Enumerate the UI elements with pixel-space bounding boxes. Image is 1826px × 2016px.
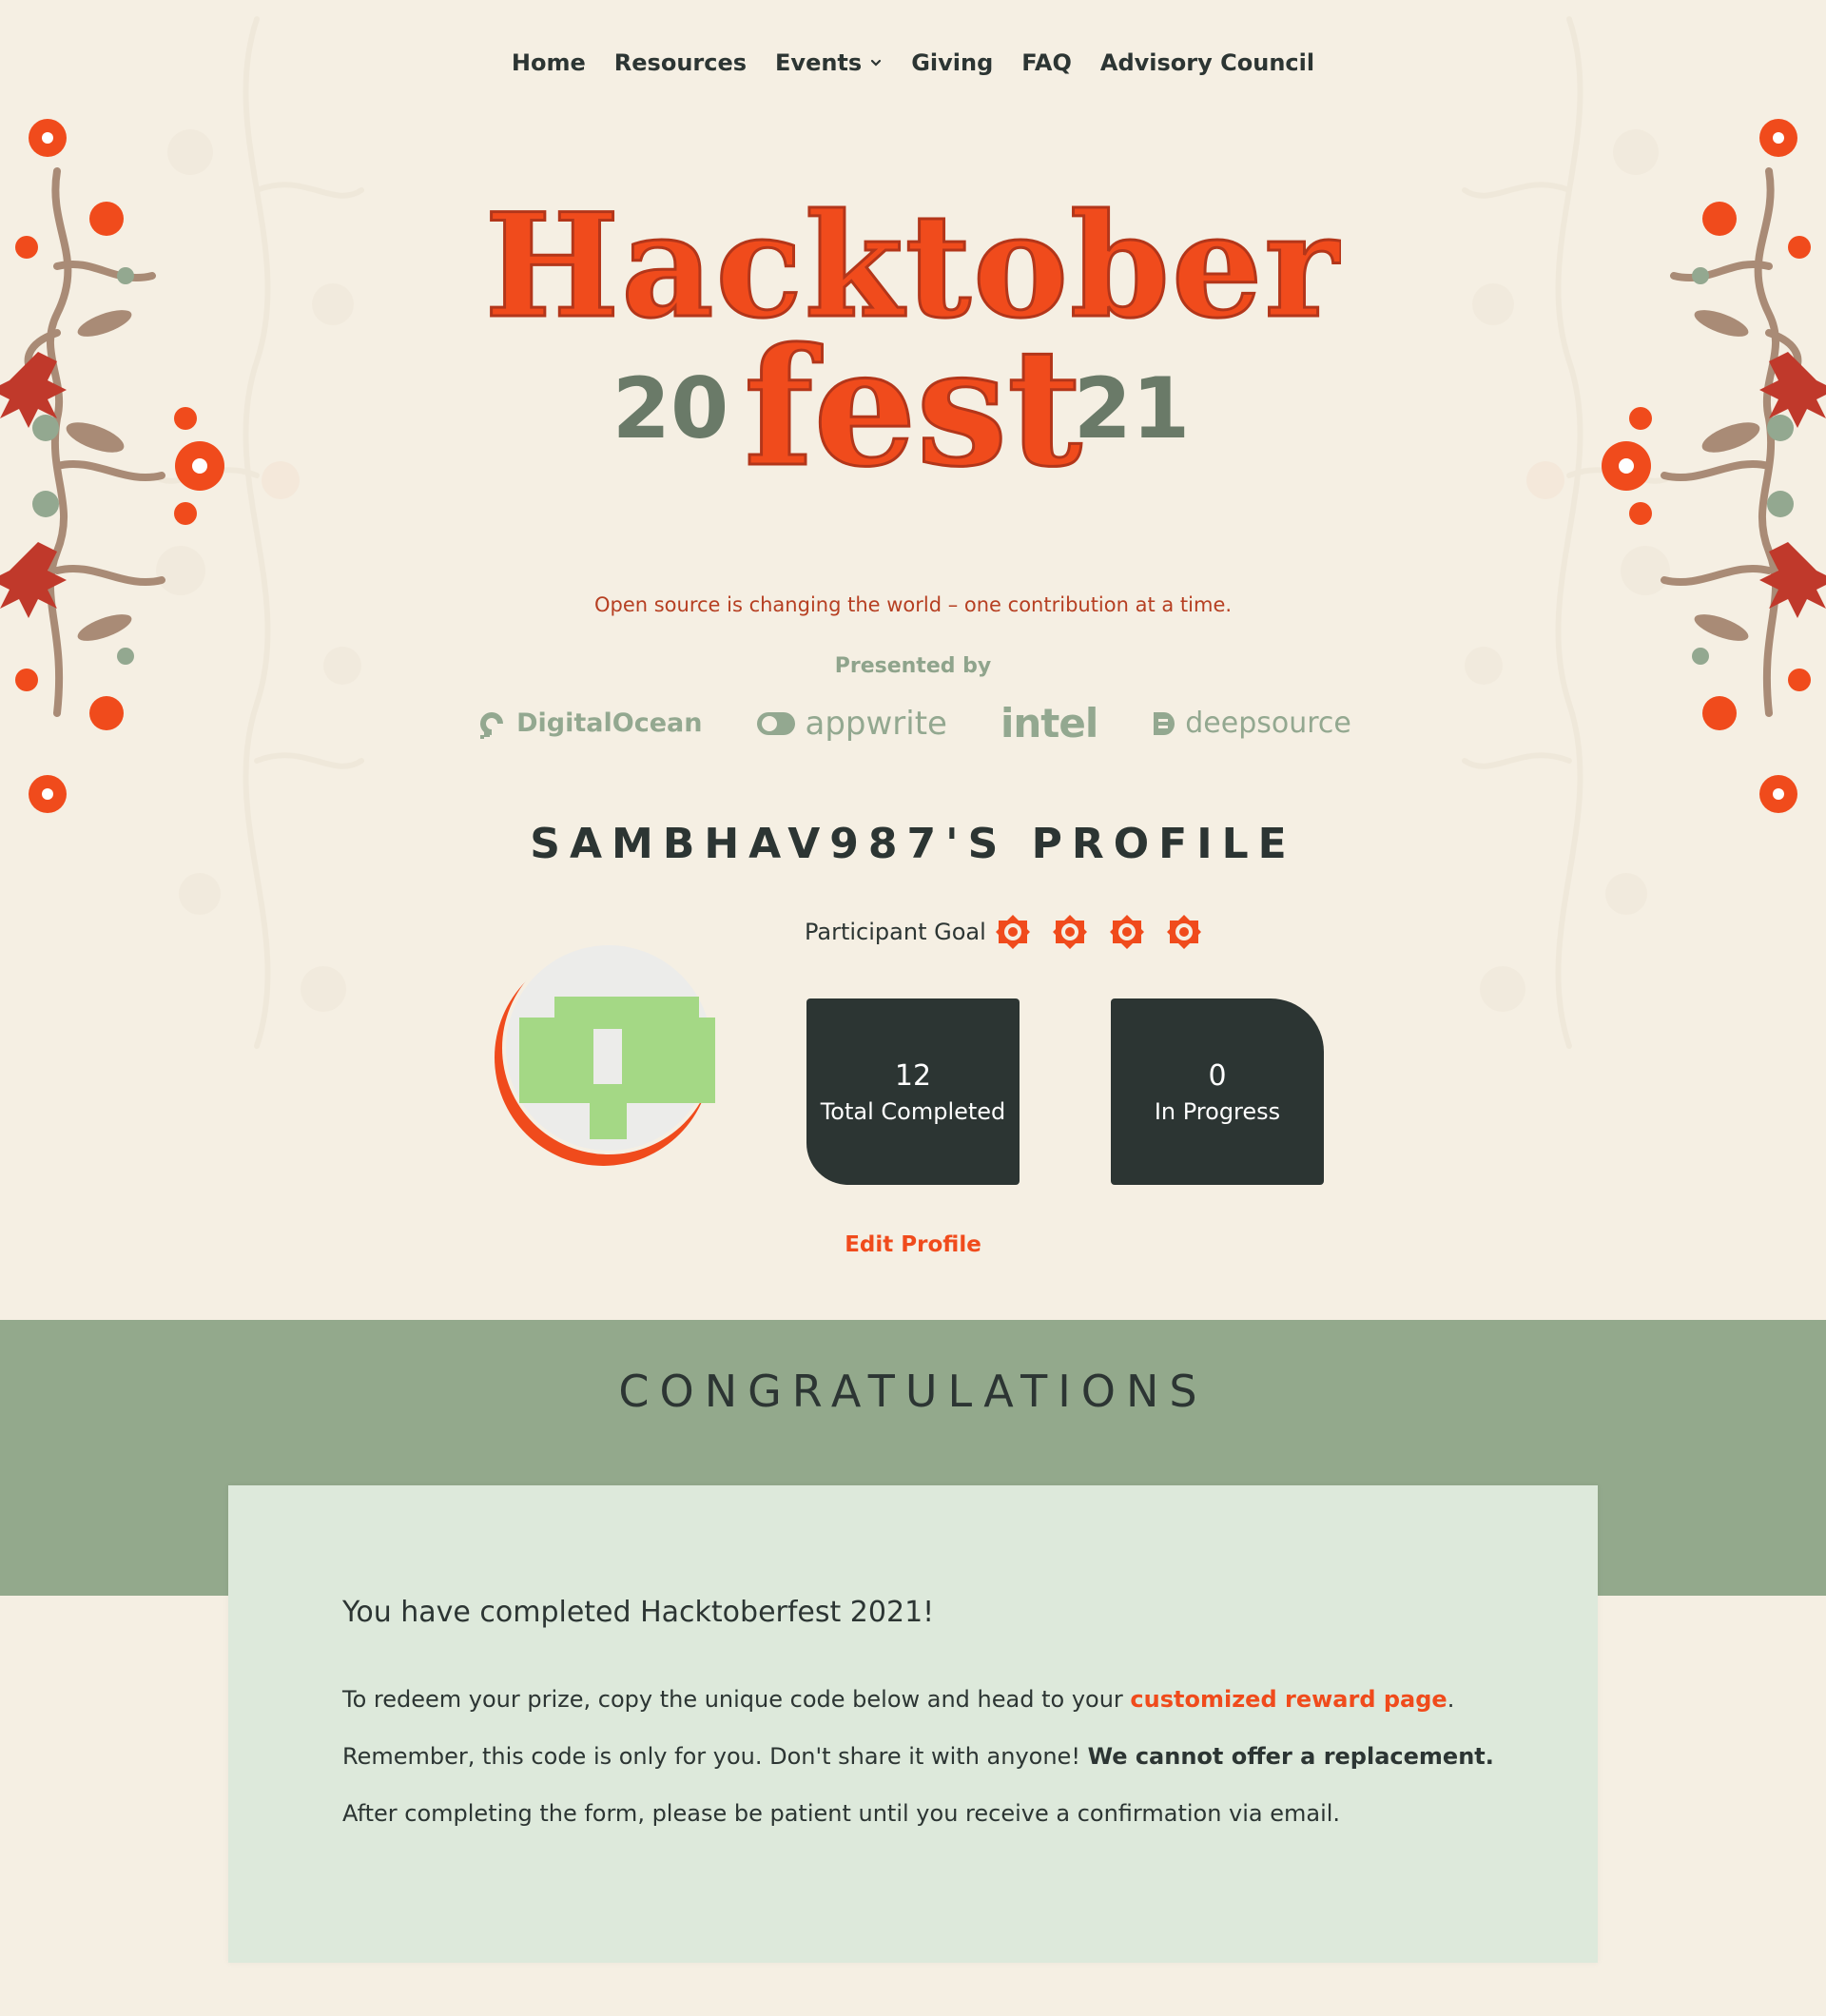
- in-progress-label: In Progress: [1154, 1097, 1281, 1125]
- avatar: [495, 941, 715, 1166]
- no-replacement-notice: We cannot offer a replacement.: [1087, 1743, 1494, 1770]
- presented-by-label: Presented by: [834, 654, 992, 678]
- hacktoberfest-2021-logo: Hacktober 20 fest 21: [485, 182, 1341, 505]
- confirmation-note: After completing the form, please be pat…: [342, 1800, 1341, 1827]
- sponsor-appwrite-label: appwrite: [805, 704, 947, 743]
- code-warning-text: Remember, this code is only for you. Don…: [342, 1743, 1088, 1770]
- deepsource-logo-icon: [1154, 711, 1175, 735]
- logo-fest: fest: [744, 313, 1082, 503]
- nav-home[interactable]: Home: [512, 49, 586, 76]
- sponsor-appwrite[interactable]: appwrite: [755, 704, 947, 743]
- nav-resources[interactable]: Resources: [614, 49, 747, 76]
- nav-events-label: Events: [775, 49, 863, 76]
- nav-advisory-council-label: Advisory Council: [1099, 49, 1315, 76]
- completion-message: You have completed Hacktoberfest 2021!: [342, 1596, 935, 1629]
- sponsor-digitalocean-label: DigitalOcean: [516, 708, 703, 738]
- sponsor-digitalocean[interactable]: DigitalOcean: [475, 707, 702, 741]
- digitalocean-logo-icon: [480, 711, 504, 739]
- flower-badge-icon: [1109, 915, 1144, 949]
- in-progress-card: 0 In Progress: [1111, 998, 1324, 1185]
- participant-goal: Participant Goal: [805, 913, 1203, 951]
- redeem-text: To redeem your prize, copy the unique co…: [342, 1686, 1131, 1713]
- nav-advisory-council[interactable]: Advisory Council: [1100, 49, 1314, 76]
- sponsor-intel-label: intel: [1000, 700, 1098, 746]
- flower-badge-icon: [1166, 915, 1201, 949]
- nav-giving-label: Giving: [911, 49, 994, 76]
- sponsor-deepsource-label: deepsource: [1185, 707, 1351, 740]
- nav-home-label: Home: [511, 49, 586, 76]
- chevron-down-icon: [871, 59, 882, 67]
- flower-badge-icon: [995, 915, 1030, 949]
- nav-events[interactable]: Events: [775, 49, 883, 76]
- redeem-instructions: To redeem your prize, copy the unique co…: [342, 1684, 1503, 1715]
- in-progress-value: 0: [1208, 1058, 1227, 1093]
- goal-badges: [994, 913, 1203, 951]
- participant-goal-label: Participant Goal: [805, 919, 986, 945]
- flower-badge-icon: [1052, 915, 1087, 949]
- nav-faq-label: FAQ: [1021, 49, 1072, 76]
- appwrite-logo-icon: [757, 711, 796, 735]
- total-completed-label: Total Completed: [820, 1097, 1006, 1125]
- sponsor-intel[interactable]: intel: [1000, 700, 1098, 746]
- tagline: Open source is changing the world – one …: [593, 593, 1233, 616]
- total-completed-card: 12 Total Completed: [806, 998, 1020, 1185]
- sponsor-deepsource[interactable]: deepsource: [1151, 707, 1351, 740]
- profile-title: SAMBHAV987'S PROFILE: [530, 820, 1296, 868]
- total-completed-value: 12: [894, 1058, 932, 1093]
- congratulations-heading: CONGRATULATIONS: [618, 1366, 1208, 1417]
- nav-giving[interactable]: Giving: [911, 49, 993, 76]
- completion-card: You have completed Hacktoberfest 2021! T…: [228, 1485, 1598, 1963]
- redeem-text-end: .: [1447, 1686, 1455, 1713]
- main-nav: Home Resources Events Giving FAQ Advisor…: [0, 49, 1826, 76]
- nav-resources-label: Resources: [613, 49, 748, 76]
- edit-profile-link[interactable]: Edit Profile: [0, 1232, 1826, 1257]
- logo-year-21: 21: [1074, 359, 1190, 457]
- code-warning: Remember, this code is only for you. Don…: [342, 1741, 1503, 1772]
- logo-year-20: 20: [612, 359, 728, 457]
- reward-page-link[interactable]: customized reward page: [1130, 1686, 1447, 1713]
- nav-faq[interactable]: FAQ: [1021, 49, 1072, 76]
- sponsor-logos: DigitalOcean appwrite intel deepsource: [0, 700, 1826, 746]
